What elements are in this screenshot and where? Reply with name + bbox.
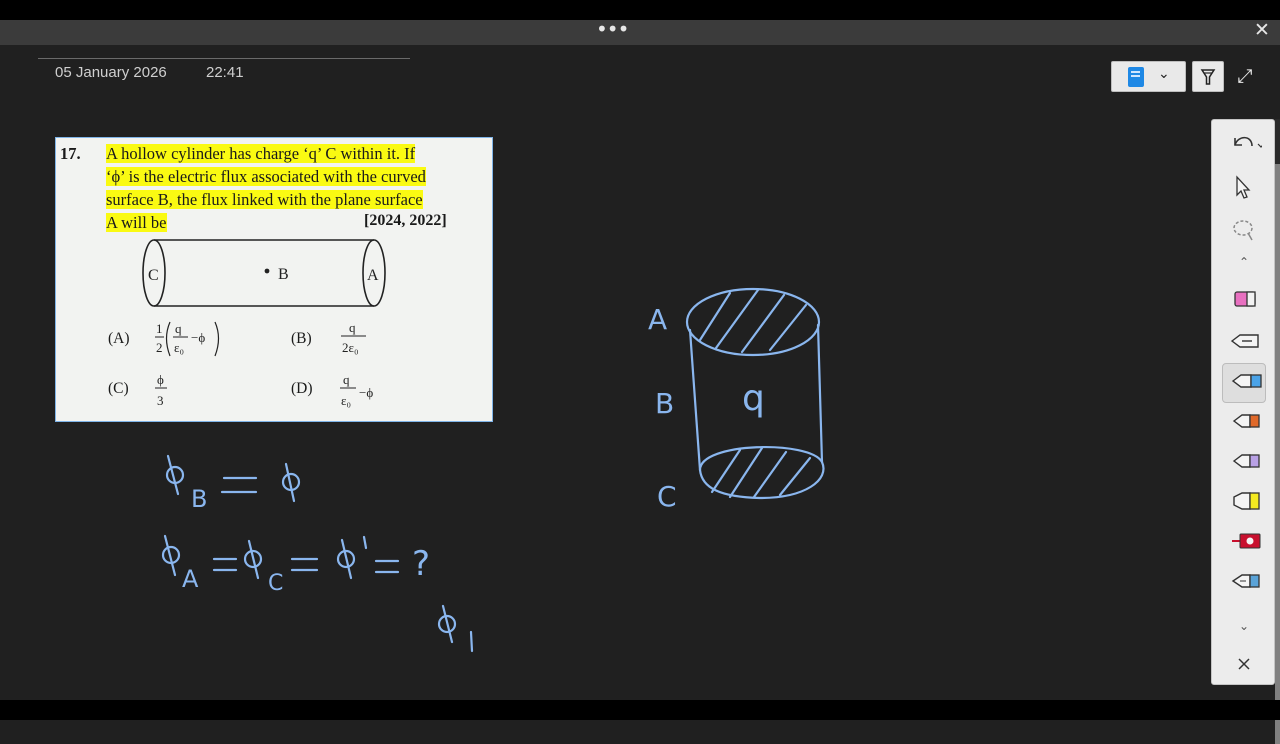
pen-toolbar: ⌃ ⌄ [1211,119,1275,685]
chevron-up-icon[interactable]: ⌃ [1222,250,1266,274]
undo-icon [1234,136,1262,148]
pen-tool-5[interactable] [1222,564,1266,600]
undo-button[interactable] [1222,126,1266,162]
lasso-icon [1233,220,1253,241]
ink-question-mark: ? [412,544,430,584]
ink-cylinder-label-b: B [655,387,674,420]
cylinder-top-ellipse [685,287,821,357]
select-tool[interactable] [1222,169,1266,205]
vertical-scrollbar[interactable] [1275,119,1280,744]
pen-icon [1231,574,1260,588]
ink-label-c-subscript: C [268,571,283,596]
pen-tool-1[interactable] [1222,324,1266,360]
ink-charge-q: q [742,378,765,419]
close-toolbar-button[interactable] [1222,647,1266,683]
pen-tool-3[interactable] [1222,404,1266,440]
pen-tool-4[interactable] [1222,444,1266,480]
ink-cylinder-label-c: C [657,480,677,513]
lasso-tool[interactable] [1222,212,1266,248]
pen-icon [1230,334,1259,348]
ruler-pen-tool[interactable] [1222,524,1266,560]
scrollbar-thumb[interactable] [1275,164,1280,744]
pointer-pen-icon [1232,533,1261,549]
ink-layer: B A C ? A B C q [161,287,825,653]
ink-cylinder-label-a: A [648,303,667,336]
chevron-down-icon[interactable]: ⌄ [1222,608,1266,644]
eraser-icon [1234,291,1256,307]
highlighter-icon [1233,492,1260,510]
screen-bottom-band [0,700,1280,720]
cylinder-bottom-ellipse [698,445,825,500]
ink-label-b-subscript: B [191,485,207,513]
eraser-tool[interactable] [1222,282,1266,318]
ink-label-a-subscript: A [182,565,199,593]
cursor-icon [1236,175,1251,199]
highlighter-tool[interactable] [1222,484,1266,520]
pen-tool-2-selected[interactable] [1222,363,1266,403]
pen-icon [1232,414,1260,428]
pen-icon [1231,374,1262,388]
pen-icon [1232,454,1260,468]
close-icon [1238,658,1250,670]
